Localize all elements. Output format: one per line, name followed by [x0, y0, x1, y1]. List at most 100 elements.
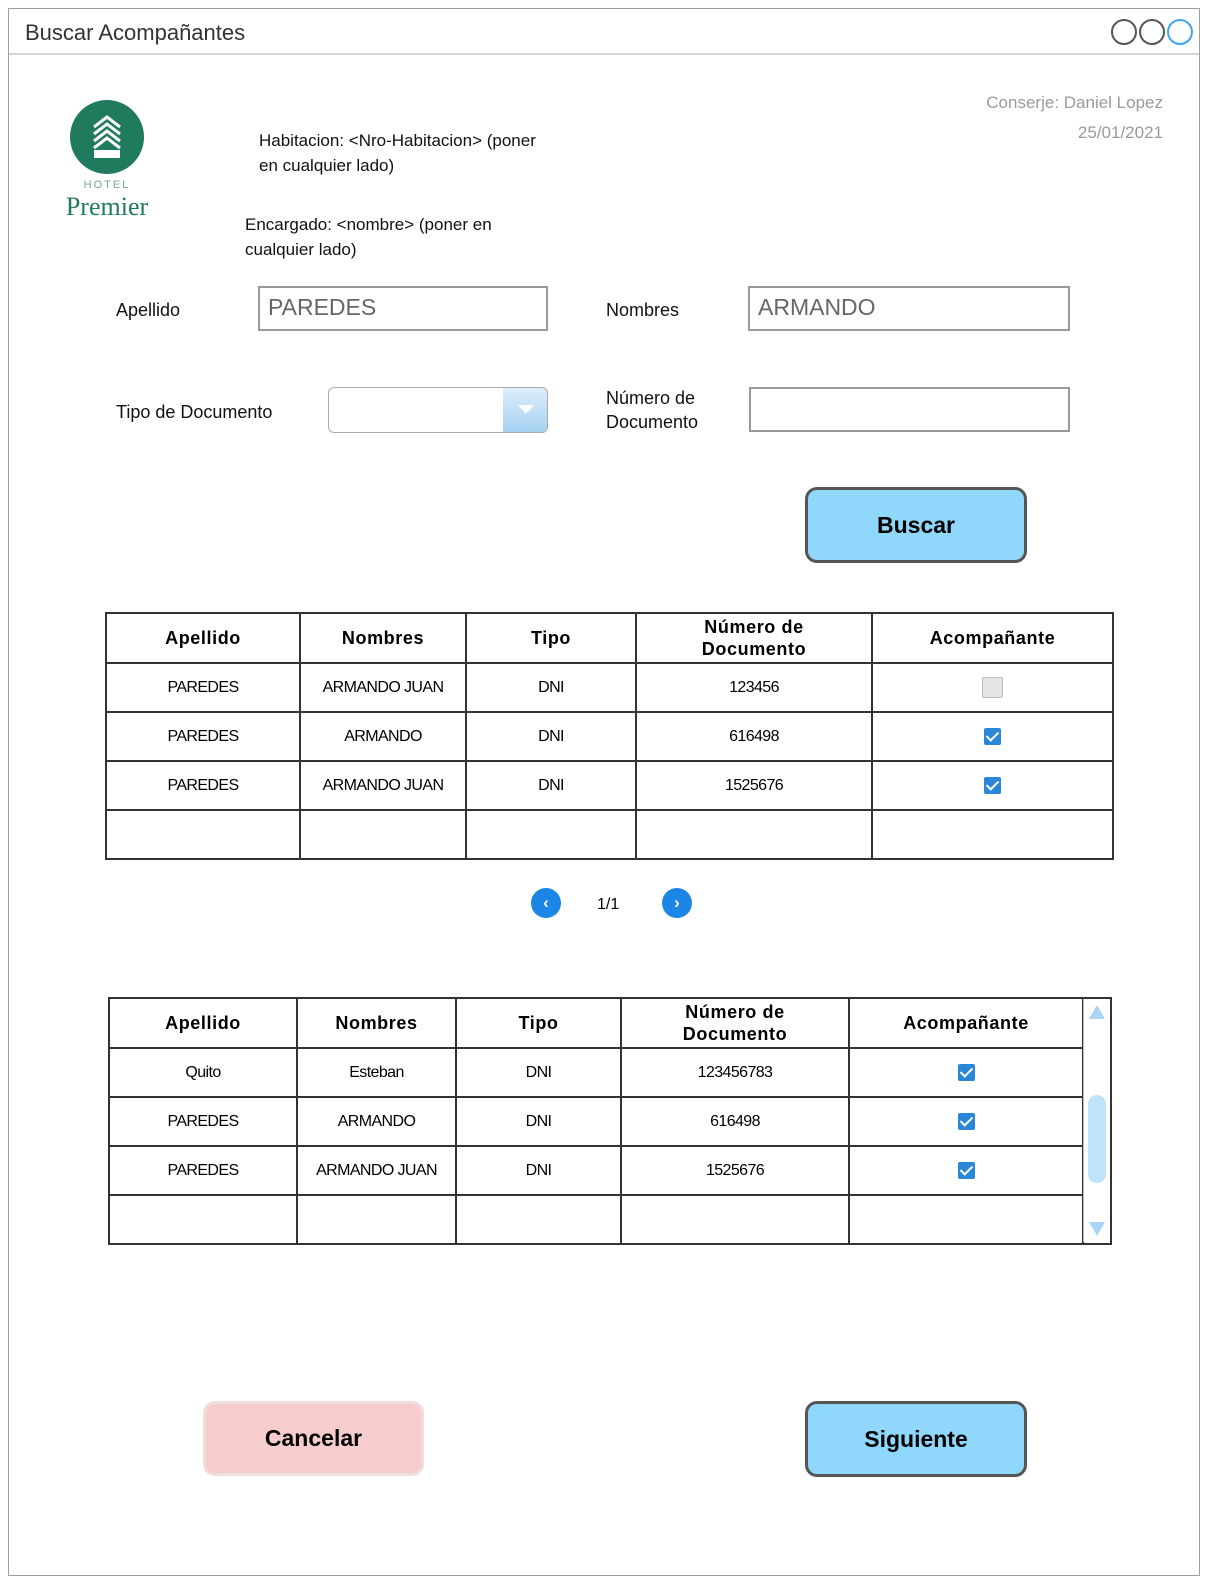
header-tipo: Tipo	[455, 997, 622, 1049]
numero-documento-label: Número de Documento	[606, 386, 698, 434]
cell-nombres: ARMANDO	[299, 711, 467, 762]
acompanante-checkbox[interactable]	[957, 1112, 975, 1130]
cell-tipo: DNI	[455, 1047, 622, 1098]
cell-tipo: DNI	[465, 711, 637, 762]
acompanante-checkbox[interactable]	[984, 776, 1001, 794]
numero-documento-input[interactable]	[749, 387, 1070, 432]
cell-apellido: PAREDES	[108, 1096, 298, 1147]
cell-numero: 123456	[635, 662, 873, 713]
scroll-up-icon[interactable]	[1089, 1005, 1105, 1019]
header-numero-line-2: Documento	[682, 1024, 788, 1044]
maximize-button[interactable]	[1139, 19, 1165, 45]
habitacion-note-line-2: en cualquier lado)	[259, 156, 395, 175]
header-apellido: Apellido	[108, 997, 298, 1049]
cell-nombres: ARMANDO JUAN	[299, 662, 467, 713]
cell-acompanante	[848, 1145, 1084, 1196]
header-acompanante: Acompañante	[848, 997, 1084, 1049]
buscar-button[interactable]: Buscar	[805, 487, 1027, 563]
minimize-button[interactable]	[1111, 19, 1137, 45]
header-numero-line-2: Documento	[701, 639, 807, 659]
acompanante-checkbox[interactable]	[984, 727, 1001, 745]
siguiente-button[interactable]: Siguiente	[805, 1401, 1027, 1477]
cell-acompanante	[871, 711, 1114, 762]
cell-tipo: DNI	[455, 1145, 622, 1196]
cell-apellido: PAREDES	[105, 662, 301, 713]
table-row[interactable]: PAREDES ARMANDO DNI 616498	[108, 1096, 1111, 1147]
cell-apellido: PAREDES	[108, 1145, 298, 1196]
habitacion-note: Habitacion: <Nro-Habitacion> (poner en c…	[259, 128, 536, 178]
chevron-left-icon[interactable]: ‹	[531, 888, 561, 918]
cell-nombres: Esteban	[296, 1047, 457, 1098]
cell-nombres: ARMANDO JUAN	[299, 760, 467, 811]
chevron-right-icon[interactable]: ›	[662, 888, 692, 918]
logo-hotel-text: HOTEL	[83, 179, 131, 191]
acompanante-checkbox[interactable]	[957, 1063, 975, 1081]
window-controls	[1111, 19, 1193, 45]
nombres-input[interactable]: ARMANDO	[748, 286, 1070, 331]
table-row-empty	[108, 1194, 1111, 1245]
header-numero-documento: Número de Documento	[620, 997, 850, 1049]
chevron-down-icon[interactable]	[503, 388, 547, 432]
table-row[interactable]: PAREDES ARMANDO DNI 616498	[105, 711, 1114, 762]
table-row[interactable]: Quito Esteban DNI 123456783	[108, 1047, 1111, 1098]
cell-apellido: Quito	[108, 1047, 298, 1098]
encargado-note-line-2: cualquier lado)	[245, 240, 357, 259]
table-row[interactable]: PAREDES ARMANDO JUAN DNI 1525676	[105, 760, 1114, 811]
header-numero-documento: Número de Documento	[635, 612, 873, 664]
numero-documento-label-line-1: Número de	[606, 388, 696, 408]
header-tipo: Tipo	[465, 612, 637, 664]
tipo-documento-select[interactable]	[328, 387, 548, 433]
header-acompanante: Acompañante	[871, 612, 1114, 664]
close-button[interactable]	[1167, 19, 1193, 45]
table-row-empty	[105, 809, 1114, 860]
selected-table: Apellido Nombres Tipo Número de Documento…	[108, 997, 1112, 1245]
acompanante-checkbox[interactable]	[957, 1161, 975, 1179]
cell-acompanante	[848, 1096, 1084, 1147]
cell-tipo: DNI	[465, 760, 637, 811]
apellido-input[interactable]: PAREDES	[258, 286, 548, 331]
cell-numero: 616498	[635, 711, 873, 762]
habitacion-note-line-1: Habitacion: <Nro-Habitacion> (poner	[259, 131, 536, 150]
cell-numero: 1525676	[620, 1145, 850, 1196]
cell-tipo: DNI	[455, 1096, 622, 1147]
cell-numero: 123456783	[620, 1047, 850, 1098]
cell-nombres: ARMANDO JUAN	[296, 1145, 457, 1196]
scroll-down-icon[interactable]	[1089, 1222, 1105, 1236]
encargado-note: Encargado: <nombre> (poner en cualquier …	[245, 212, 492, 262]
title-bar: Buscar Acompañantes	[9, 9, 1199, 55]
cell-acompanante	[871, 760, 1114, 811]
conserje-name: Conserje: Daniel Lopez	[986, 93, 1163, 112]
cell-nombres: ARMANDO	[296, 1096, 457, 1147]
current-date: 25/01/2021	[1077, 123, 1163, 142]
cell-numero: 1525676	[635, 760, 873, 811]
table-header-row: Apellido Nombres Tipo Número de Documento…	[108, 997, 1112, 1245]
encargado-note-line-1: Encargado: <nombre> (poner en	[245, 215, 492, 234]
numero-documento-label-line-2: Documento	[606, 412, 699, 432]
cell-numero: 616498	[620, 1096, 850, 1147]
header-numero-line-1: Número de	[704, 617, 804, 637]
table-scrollbar[interactable]	[1083, 999, 1110, 1242]
apellido-label: Apellido	[116, 300, 181, 320]
header-nombres: Nombres	[299, 612, 467, 664]
cell-tipo: DNI	[465, 662, 637, 713]
cell-apellido: PAREDES	[105, 711, 301, 762]
cell-apellido: PAREDES	[105, 760, 301, 811]
header-numero-line-1: Número de	[685, 1002, 785, 1022]
conserje-info: Conserje: Daniel Lopez 25/01/2021	[986, 88, 1163, 148]
building-icon	[70, 100, 144, 174]
acompanante-checkbox[interactable]	[982, 677, 1003, 698]
results-table: Apellido Nombres Tipo Número de Documento…	[105, 612, 1114, 860]
table-header-row: Apellido Nombres Tipo Número de Documento…	[105, 612, 1114, 664]
tipo-documento-label: Tipo de Documento	[116, 402, 273, 422]
header-nombres: Nombres	[296, 997, 457, 1049]
window-title: Buscar Acompañantes	[25, 20, 246, 45]
pager-text: 1/1	[597, 896, 620, 913]
nombres-label: Nombres	[606, 300, 680, 320]
table-row[interactable]: PAREDES ARMANDO JUAN DNI 123456	[105, 662, 1114, 713]
scroll-thumb[interactable]	[1088, 1095, 1106, 1183]
table-row[interactable]: PAREDES ARMANDO JUAN DNI 1525676	[108, 1145, 1111, 1196]
cell-acompanante	[848, 1047, 1084, 1098]
logo-premier-text: Premier	[65, 192, 149, 221]
cancelar-button[interactable]: Cancelar	[203, 1401, 424, 1476]
cell-acompanante	[871, 662, 1114, 713]
